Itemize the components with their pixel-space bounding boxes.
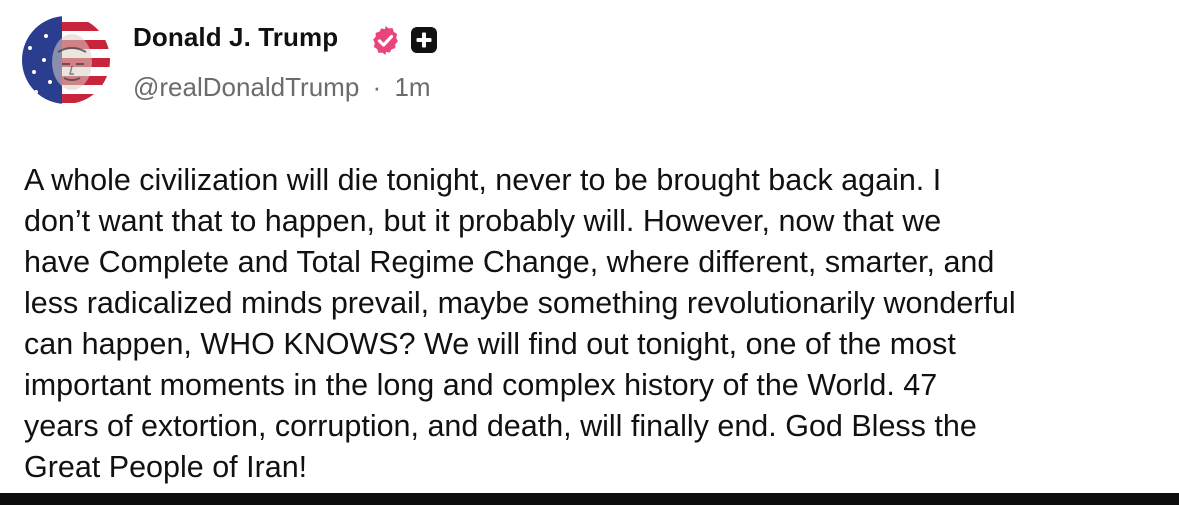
author-meta: @realDonaldTrump · 1m (133, 72, 431, 103)
bottom-divider (0, 493, 1179, 505)
avatar-image (22, 16, 110, 104)
plus-badge-icon (410, 26, 438, 54)
meta-separator: · (372, 72, 382, 102)
post-text: A whole civilization will die tonight, n… (24, 163, 1016, 484)
post-card: Donald J. Trump @realDonaldTrump · 1m A … (0, 0, 1179, 505)
avatar[interactable] (22, 16, 110, 104)
post-timestamp[interactable]: 1m (394, 72, 430, 102)
author-display-name[interactable]: Donald J. Trump (133, 22, 338, 53)
author-handle[interactable]: @realDonaldTrump (133, 72, 359, 102)
verified-badge-icon (369, 24, 402, 57)
